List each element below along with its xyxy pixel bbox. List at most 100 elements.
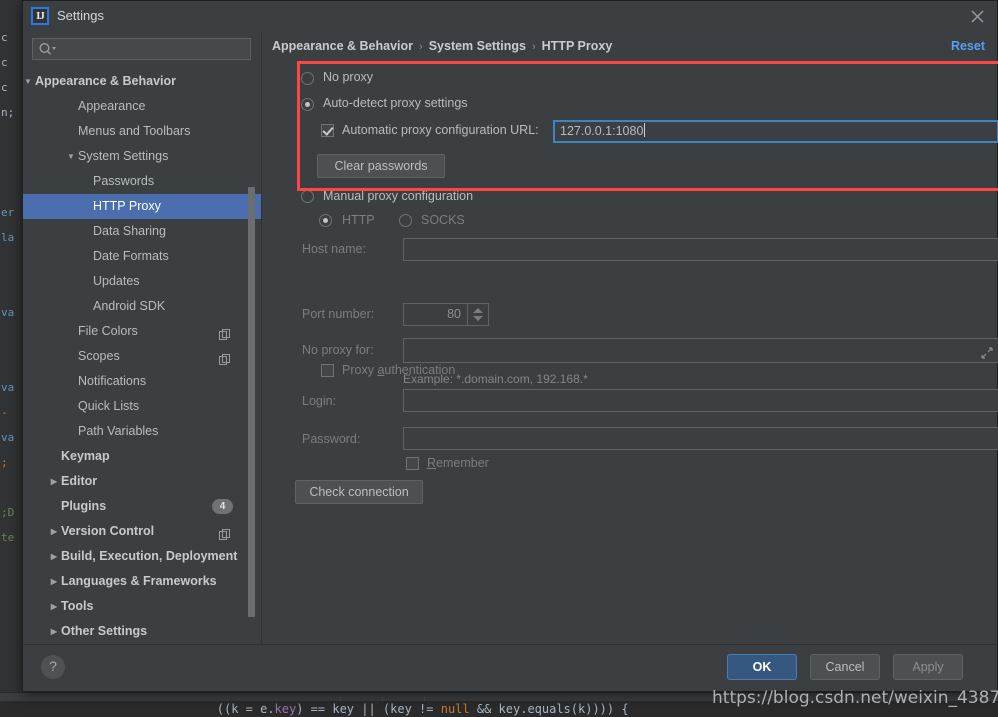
code-sliver-line xyxy=(0,0,22,25)
sidebar-item-plugins[interactable]: Plugins 4 xyxy=(23,494,261,519)
sidebar-item-appearance[interactable]: Appearance xyxy=(23,94,261,119)
proxy-auth-label-pre: Proxy xyxy=(342,363,378,377)
code-text: ((k = e. xyxy=(0,702,275,716)
sidebar-item-label: Appearance & Behavior xyxy=(35,74,177,88)
checkbox-proxy-authentication[interactable] xyxy=(321,364,334,377)
chevron-right-icon[interactable]: ▶ xyxy=(47,619,61,644)
code-sliver-line xyxy=(0,175,22,200)
sidebar-item-http-proxy[interactable]: HTTP Proxy xyxy=(23,194,261,219)
sidebar-item-editor[interactable]: ▶ Editor xyxy=(23,469,261,494)
checkbox-auto-config-url[interactable] xyxy=(321,124,334,137)
code-sliver-line xyxy=(0,325,22,350)
intellij-logo-icon: IJ xyxy=(31,7,49,25)
chevron-right-icon[interactable]: ▶ xyxy=(47,544,61,569)
port-number-value[interactable]: 80 xyxy=(404,304,466,325)
sidebar-item-build-execution-deployment[interactable]: ▶ Build, Execution, Deployment xyxy=(23,544,261,569)
settings-main-panel: Appearance & Behavior › System Settings › HT… xyxy=(262,32,998,645)
help-button[interactable]: ? xyxy=(41,655,65,679)
clear-passwords-button[interactable]: Clear passwords xyxy=(317,154,445,178)
dialog-footer: ? OK Cancel Apply xyxy=(23,644,997,691)
copy-settings-icon[interactable] xyxy=(219,525,231,540)
port-spinner-buttons[interactable] xyxy=(467,304,488,325)
chevron-down-icon[interactable]: ▼ xyxy=(64,144,78,169)
chevron-right-icon[interactable]: ▶ xyxy=(47,469,61,494)
sidebar-item-menus-and-toolbars[interactable]: Menus and Toolbars xyxy=(23,119,261,144)
sidebar-item-updates[interactable]: Updates xyxy=(23,269,261,294)
code-token-keyword: null xyxy=(440,702,470,716)
sidebar-scrollbar-thumb[interactable] xyxy=(248,187,255,617)
label-remember[interactable]: Remember xyxy=(427,456,489,470)
auto-config-url-input[interactable]: 127.0.0.1:1080 xyxy=(553,120,998,143)
apply-button[interactable]: Apply xyxy=(893,654,963,680)
sidebar-item-tools[interactable]: ▶ Tools xyxy=(23,594,261,619)
spinner-down-icon[interactable] xyxy=(473,316,483,321)
sidebar-item-passwords[interactable]: Passwords xyxy=(23,169,261,194)
copy-settings-icon[interactable] xyxy=(219,325,231,340)
sidebar-item-date-formats[interactable]: Date Formats xyxy=(23,244,261,269)
settings-sidebar: ▼ Appearance & Behavior Appearance Menus an… xyxy=(23,32,261,645)
breadcrumb-part-2[interactable]: System Settings xyxy=(429,39,526,53)
code-sliver-line: va xyxy=(1,306,15,319)
chevron-right-icon[interactable]: ▶ xyxy=(47,569,61,594)
code-sliver-line: va xyxy=(1,381,15,394)
sidebar-item-label: Quick Lists xyxy=(78,399,140,413)
sidebar-item-version-control[interactable]: ▶ Version Control xyxy=(23,519,261,544)
reset-link[interactable]: Reset xyxy=(951,39,985,53)
spinner-up-icon[interactable] xyxy=(473,308,483,313)
radio-socks[interactable] xyxy=(399,214,412,227)
label-auto-detect[interactable]: Auto-detect proxy settings xyxy=(323,96,468,110)
search-box[interactable] xyxy=(32,38,251,60)
expand-icon[interactable] xyxy=(981,344,993,359)
radio-auto-detect[interactable] xyxy=(301,98,314,111)
code-sliver-line xyxy=(0,125,22,150)
password-input[interactable] xyxy=(403,427,998,450)
radio-no-proxy[interactable] xyxy=(301,72,314,85)
sidebar-item-file-colors[interactable]: File Colors xyxy=(23,319,261,344)
radio-manual-proxy[interactable] xyxy=(301,190,314,203)
port-number-stepper[interactable]: 80 xyxy=(403,303,489,326)
sidebar-item-appearance-behavior[interactable]: ▼ Appearance & Behavior xyxy=(23,69,261,94)
label-manual-proxy[interactable]: Manual proxy configuration xyxy=(323,189,473,203)
sidebar-item-label: System Settings xyxy=(78,149,169,163)
breadcrumb-part-1[interactable]: Appearance & Behavior xyxy=(272,39,413,53)
code-sliver-line: - xyxy=(1,406,8,419)
no-proxy-for-input[interactable] xyxy=(403,338,998,363)
label-socks[interactable]: SOCKS xyxy=(421,213,465,227)
host-name-input[interactable] xyxy=(403,238,998,261)
label-http[interactable]: HTTP xyxy=(342,213,375,227)
sidebar-item-notifications[interactable]: Notifications xyxy=(23,369,261,394)
sidebar-item-data-sharing[interactable]: Data Sharing xyxy=(23,219,261,244)
code-sliver-line: n; xyxy=(1,106,15,119)
label-no-proxy[interactable]: No proxy xyxy=(323,70,373,84)
label-login: Login: xyxy=(302,394,337,408)
sidebar-item-android-sdk[interactable]: Android SDK xyxy=(23,294,261,319)
sidebar-item-label: File Colors xyxy=(78,324,138,338)
label-proxy-authentication[interactable]: Proxy authentication xyxy=(342,363,455,377)
checkbox-remember[interactable] xyxy=(406,457,419,470)
ok-button[interactable]: OK xyxy=(727,654,797,680)
sidebar-item-label: HTTP Proxy xyxy=(93,199,161,213)
sidebar-item-languages-frameworks[interactable]: ▶ Languages & Frameworks xyxy=(23,569,261,594)
sidebar-item-quick-lists[interactable]: Quick Lists xyxy=(23,394,261,419)
sidebar-item-keymap[interactable]: Keymap xyxy=(23,444,261,469)
chevron-right-icon[interactable]: ▶ xyxy=(47,594,61,619)
sidebar-item-other-settings[interactable]: ▶ Other Settings xyxy=(23,619,261,644)
settings-tree: ▼ Appearance & Behavior Appearance Menus an… xyxy=(23,69,261,645)
label-auto-config-url[interactable]: Automatic proxy configuration URL: xyxy=(342,123,539,137)
code-sliver-line xyxy=(0,475,22,500)
copy-settings-icon[interactable] xyxy=(219,350,231,365)
login-input[interactable] xyxy=(403,389,998,412)
check-connection-button[interactable]: Check connection xyxy=(295,480,423,504)
dialog-title-bar: IJ Settings xyxy=(23,1,997,32)
sidebar-item-system-settings[interactable]: ▼ System Settings xyxy=(23,144,261,169)
search-input[interactable] xyxy=(59,41,248,59)
sidebar-item-path-variables[interactable]: Path Variables xyxy=(23,419,261,444)
sidebar-item-scopes[interactable]: Scopes xyxy=(23,344,261,369)
close-button[interactable] xyxy=(965,5,989,27)
radio-http[interactable] xyxy=(319,214,332,227)
code-sliver-line: te xyxy=(1,531,15,544)
cancel-button[interactable]: Cancel xyxy=(810,654,880,680)
chevron-right-icon[interactable]: ▶ xyxy=(47,519,61,544)
code-sliver-line: c xyxy=(1,81,8,94)
chevron-down-icon[interactable]: ▼ xyxy=(23,69,35,94)
